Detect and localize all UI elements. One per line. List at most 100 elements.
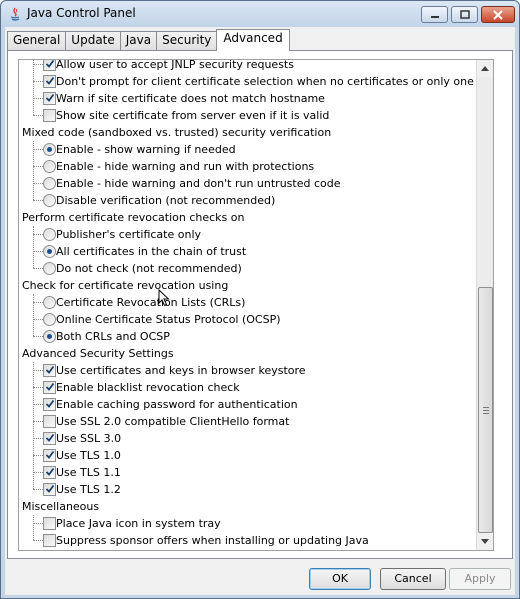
checkmark-icon <box>45 484 55 493</box>
option-label: Enable - hide warning and don't run untr… <box>56 177 341 190</box>
checkbox-checked[interactable] <box>43 483 56 496</box>
radio-unselected[interactable] <box>43 262 56 275</box>
minimize-button[interactable] <box>421 6 448 23</box>
checkbox-option[interactable]: Use certificates and keys in browser key… <box>19 362 479 379</box>
settings-tree[interactable]: Allow user to accept JNLP security reque… <box>18 59 494 551</box>
checkbox-unchecked[interactable] <box>43 415 56 428</box>
client-area: General Update Java Security Advanced Al… <box>5 27 515 595</box>
radio-unselected[interactable] <box>43 160 56 173</box>
vertical-scrollbar[interactable] <box>476 60 493 550</box>
option-label: Enable blacklist revocation check <box>56 381 240 394</box>
checkmark-icon <box>45 450 55 459</box>
apply-button[interactable]: Apply <box>449 568 511 590</box>
option-label: Use SSL 2.0 compatible ClientHello forma… <box>56 415 290 428</box>
checkbox-option[interactable]: Use TLS 1.2 <box>19 481 479 498</box>
option-label: Place Java icon in system tray <box>56 517 221 530</box>
option-label: Enable caching password for authenticati… <box>56 398 298 411</box>
checkbox-option[interactable]: Use SSL 2.0 compatible ClientHello forma… <box>19 413 479 430</box>
radio-option[interactable]: Enable - hide warning and don't run untr… <box>19 175 479 192</box>
radio-option[interactable]: All certificates in the chain of trust <box>19 243 479 260</box>
tab-advanced[interactable]: Advanced <box>216 29 290 51</box>
scroll-down-button[interactable] <box>477 533 493 550</box>
checkbox-option[interactable]: Use SSL 3.0 <box>19 430 479 447</box>
tree-connector-line <box>33 515 34 540</box>
ok-button[interactable]: OK <box>309 568 371 590</box>
scroll-up-button[interactable] <box>477 60 493 77</box>
checkbox-checked[interactable] <box>43 75 56 88</box>
checkbox-option[interactable]: Allow user to accept JNLP security reque… <box>19 59 479 73</box>
checkbox-checked[interactable] <box>43 60 56 71</box>
option-label: Use TLS 1.0 <box>56 449 121 462</box>
checkbox-checked[interactable] <box>43 364 56 377</box>
option-label: Warn if site certificate does not match … <box>56 92 325 105</box>
radio-unselected[interactable] <box>43 194 56 207</box>
checkbox-option[interactable]: Warn if site certificate does not match … <box>19 90 479 107</box>
radio-option[interactable]: Publisher's certificate only <box>19 226 479 243</box>
radio-selected[interactable] <box>43 330 56 343</box>
checkbox-checked[interactable] <box>43 381 56 394</box>
option-label: Certificate Revocation Lists (CRLs) <box>56 296 246 309</box>
checkbox-option[interactable]: Use TLS 1.1 <box>19 464 479 481</box>
checkbox-option[interactable]: Use TLS 1.0 <box>19 447 479 464</box>
checkbox-checked[interactable] <box>43 466 56 479</box>
option-label: Disable verification (not recommended) <box>56 194 276 207</box>
checkmark-icon <box>45 76 55 85</box>
dialog-footer: OK Cancel Apply <box>5 565 515 595</box>
checkbox-option[interactable]: Place Java icon in system tray <box>19 515 479 532</box>
tab-update[interactable]: Update <box>65 31 121 50</box>
close-button[interactable] <box>481 6 515 23</box>
radio-unselected[interactable] <box>43 296 56 309</box>
cancel-button[interactable]: Cancel <box>380 568 446 590</box>
tree-connector-line <box>33 226 34 268</box>
category-heading: Mixed code (sandboxed vs. trusted) secur… <box>19 124 479 141</box>
checkbox-option[interactable]: Don't prompt for client certificate sele… <box>19 73 493 90</box>
checkbox-checked[interactable] <box>43 92 56 105</box>
radio-option[interactable]: Do not check (not recommended) <box>19 260 479 277</box>
radio-unselected[interactable] <box>43 228 56 241</box>
checkbox-option[interactable]: Show site certificate from server even i… <box>19 107 479 124</box>
checkbox-checked[interactable] <box>43 432 56 445</box>
checkbox-option[interactable]: Enable caching password for authenticati… <box>19 396 479 413</box>
option-label: Use certificates and keys in browser key… <box>56 364 306 377</box>
tab-security[interactable]: Security <box>156 31 218 50</box>
checkbox-checked[interactable] <box>43 449 56 462</box>
tab-general[interactable]: General <box>7 31 67 50</box>
radio-option[interactable]: Certificate Revocation Lists (CRLs) <box>19 294 479 311</box>
checkmark-icon <box>45 433 55 442</box>
option-label: Do not check (not recommended) <box>56 262 242 275</box>
checkbox-unchecked[interactable] <box>43 109 56 122</box>
option-label: Enable - show warning if needed <box>56 143 236 156</box>
maximize-button[interactable] <box>451 6 478 23</box>
scroll-up-icon <box>481 66 489 71</box>
category-label: Perform certificate revocation checks on <box>22 211 245 224</box>
option-label: Online Certificate Status Protocol (OCSP… <box>56 313 281 326</box>
category-heading: Miscellaneous <box>19 498 479 515</box>
option-label: Allow user to accept JNLP security reque… <box>56 59 294 71</box>
option-label: Use SSL 3.0 <box>56 432 122 445</box>
checkbox-checked[interactable] <box>43 398 56 411</box>
checkbox-option[interactable]: Suppress sponsor offers when installing … <box>19 532 479 549</box>
checkbox-option[interactable]: Enable blacklist revocation check <box>19 379 479 396</box>
radio-selected[interactable] <box>43 143 56 156</box>
radio-unselected[interactable] <box>43 177 56 190</box>
radio-option[interactable]: Enable - show warning if needed <box>19 141 479 158</box>
checkmark-icon <box>45 60 55 68</box>
radio-option[interactable]: Both CRLs and OCSP <box>19 328 479 345</box>
checkmark-icon <box>45 467 55 476</box>
close-icon <box>493 9 503 20</box>
scrollbar-thumb[interactable] <box>478 287 493 533</box>
category-heading: Check for certificate revocation using <box>19 277 479 294</box>
checkmark-icon <box>45 93 55 102</box>
radio-option[interactable]: Online Certificate Status Protocol (OCSP… <box>19 311 479 328</box>
radio-option[interactable]: Disable verification (not recommended) <box>19 192 479 209</box>
title-bar[interactable]: Java Control Panel <box>1 1 519 27</box>
checkbox-unchecked[interactable] <box>43 534 56 547</box>
tab-java[interactable]: Java <box>119 31 158 50</box>
mouse-cursor-icon <box>158 289 170 307</box>
radio-selected[interactable] <box>43 245 56 258</box>
option-label: Enable - hide warning and run with prote… <box>56 160 315 173</box>
radio-option[interactable]: Enable - hide warning and run with prote… <box>19 158 479 175</box>
radio-unselected[interactable] <box>43 313 56 326</box>
option-label: All certificates in the chain of trust <box>56 245 247 258</box>
checkbox-unchecked[interactable] <box>43 517 56 530</box>
